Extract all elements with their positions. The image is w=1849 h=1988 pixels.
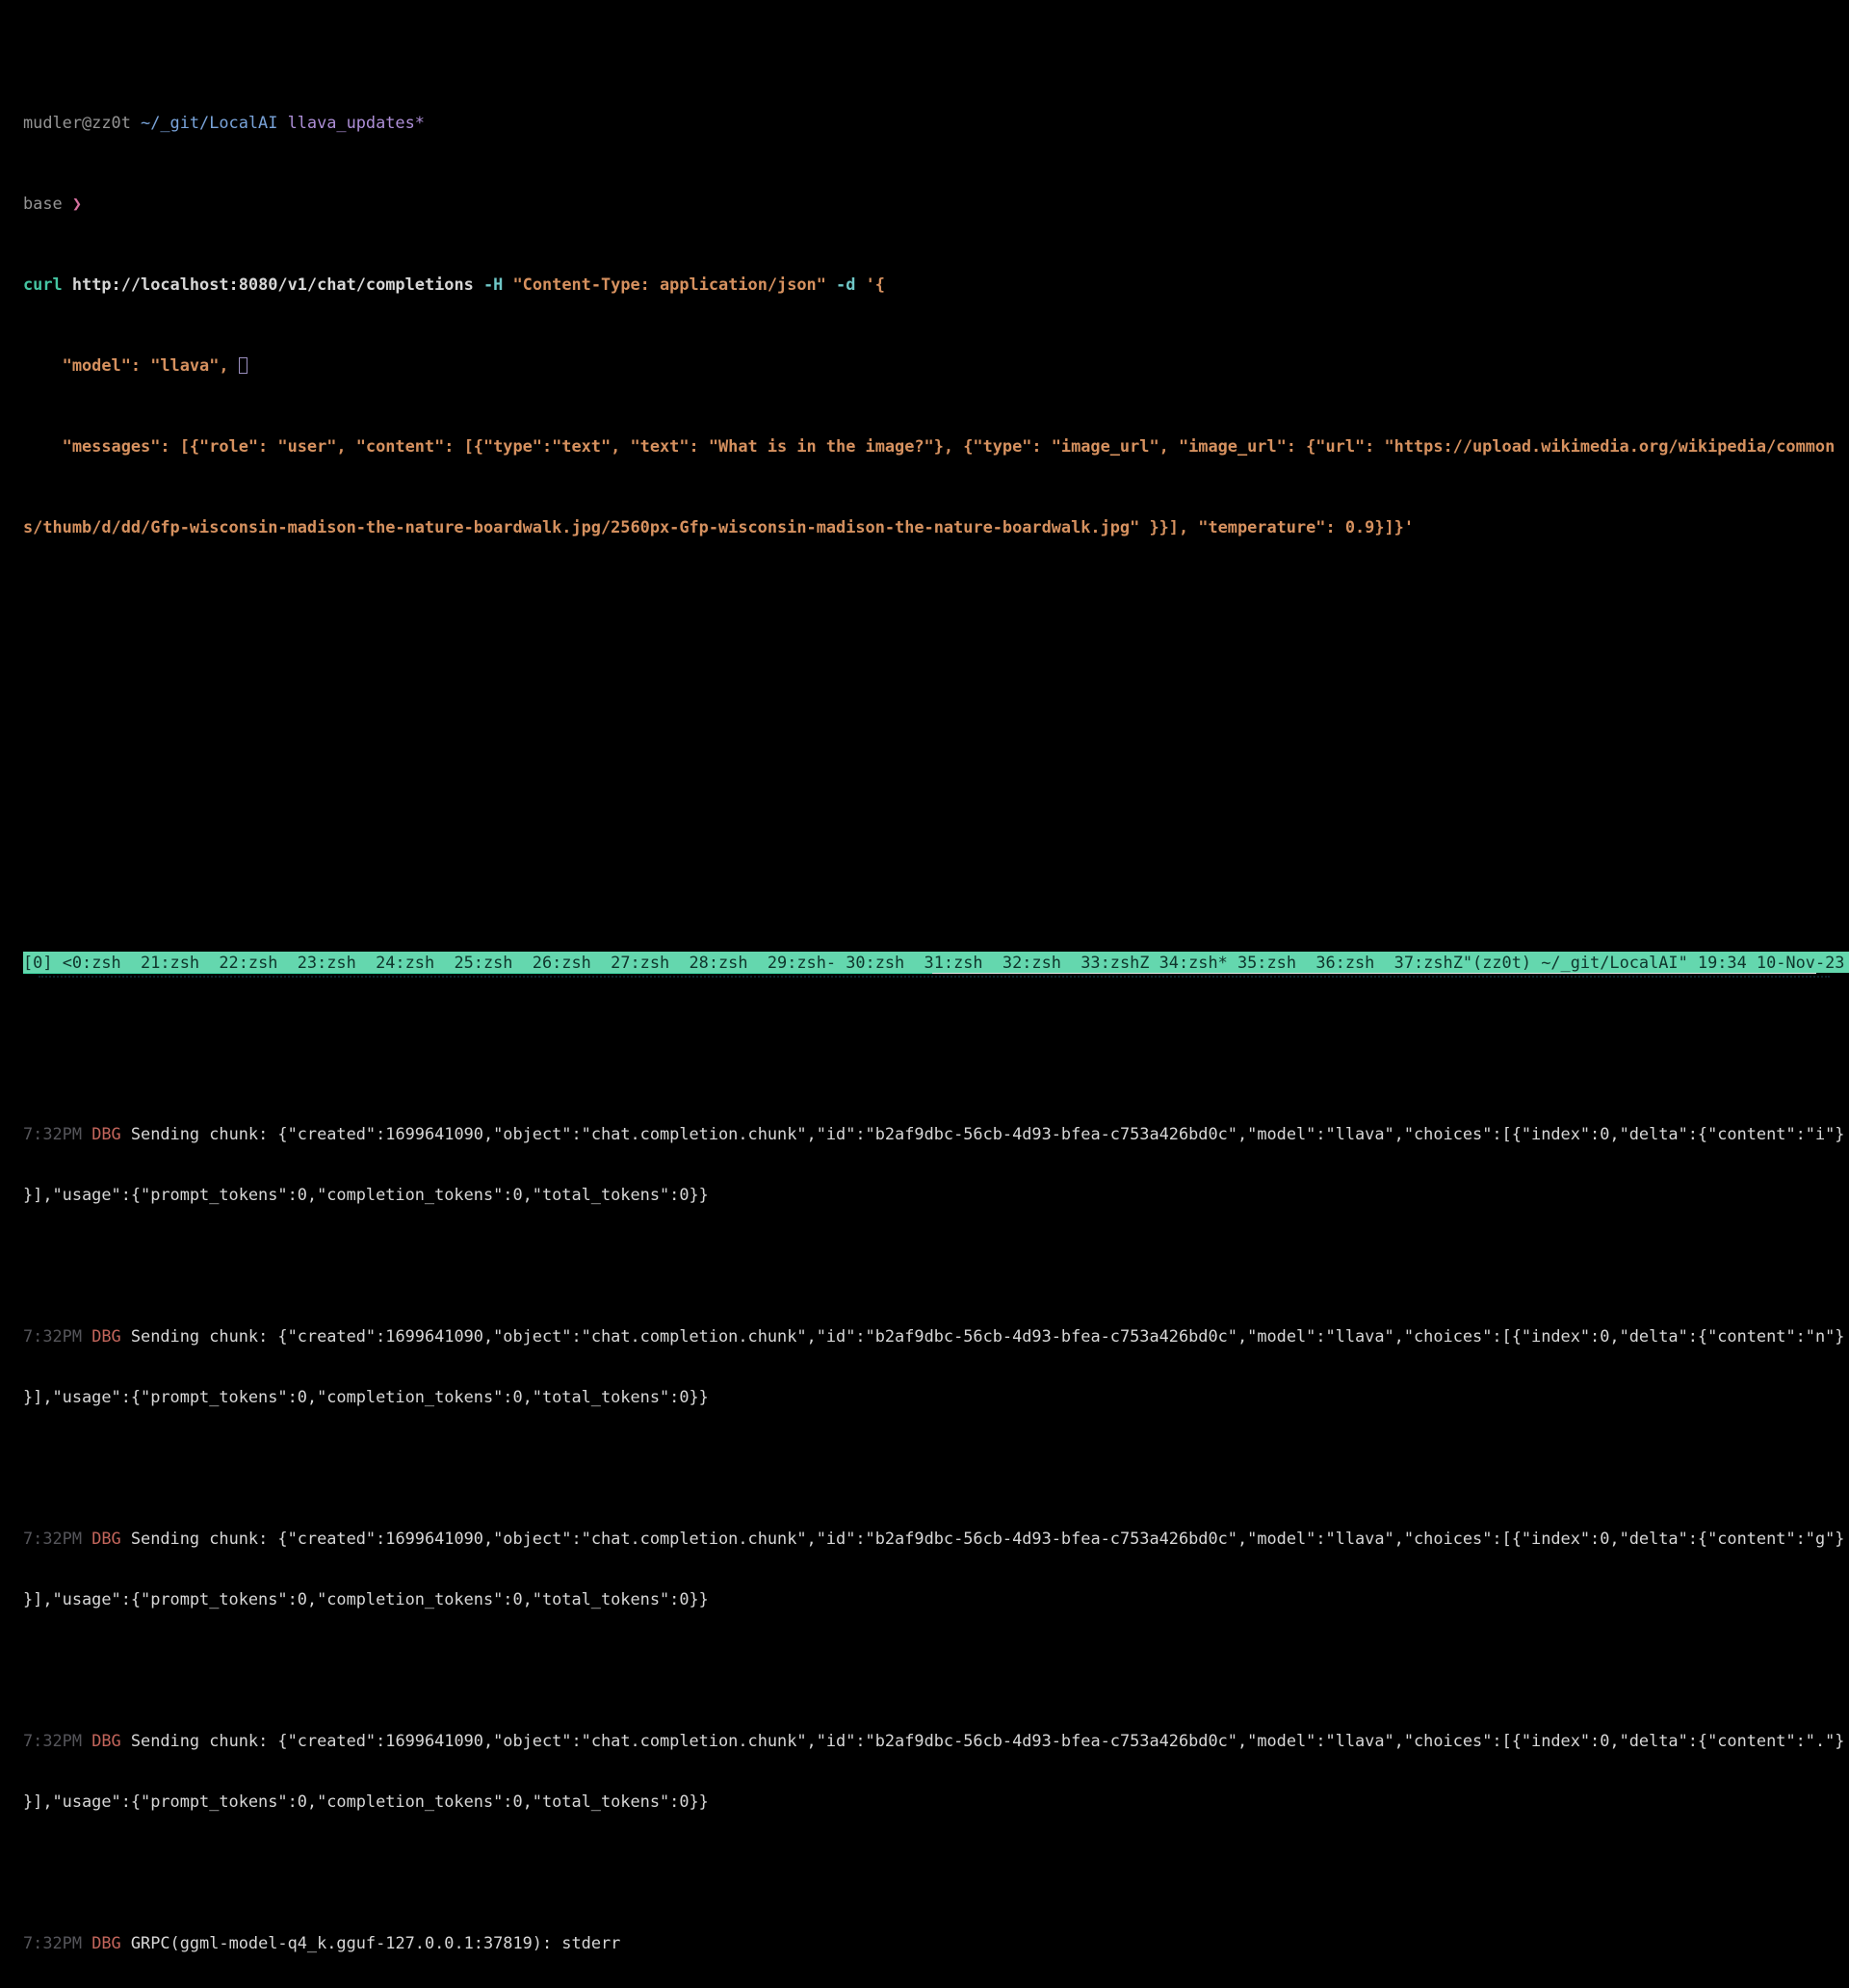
prompt-line-top: mudler@zz0t ~/_git/LocalAI llava_updates… [23,113,1849,133]
log-level: DBG [91,1124,131,1143]
log-chunk-3-line-1: 7:32PM DBG Sending chunk: {"created":169… [23,1529,1849,1549]
curl-data-flag: -d [826,275,856,294]
log-time: 7:32PM [23,1326,91,1346]
blank-gap [23,1245,1849,1266]
blank-gap [23,1650,1849,1670]
log-message: GRPC(ggml-model-q4_k.gguf-127.0.0.1:3781… [131,1933,620,1952]
log-level: DBG [91,1731,131,1750]
curl-header-flag: -H [483,275,503,294]
log-message: Sending chunk: {"created":1699641090,"ob… [131,1124,1845,1143]
prompt-arrow-icon: ❯ [72,194,82,213]
tmux-status-bar[interactable]: [0] <0:zsh 21:zsh 22:zsh 23:zsh 24:zsh 2… [23,952,1849,973]
curl-command-line: curl http://localhost:8080/v1/chat/compl… [23,275,1849,295]
log-chunk-4-line-2: }],"usage":{"prompt_tokens":0,"completio… [23,1792,1849,1812]
tmux-session-name: [0] [23,953,63,972]
curl-cmd: curl [23,275,63,294]
log-level: DBG [91,1933,131,1952]
log-chunk-3-line-2: }],"usage":{"prompt_tokens":0,"completio… [23,1589,1849,1609]
log-chunk-1-line-1: 7:32PM DBG Sending chunk: {"created":169… [23,1124,1849,1144]
curl-url: http://localhost:8080/v1/chat/completion… [63,275,483,294]
log-time: 7:32PM [23,1529,91,1548]
log-message: }],"usage":{"prompt_tokens":0,"completio… [23,1185,709,1204]
terminal-cursor [239,357,247,374]
log-chunk-2-line-1: 7:32PM DBG Sending chunk: {"created":169… [23,1326,1849,1347]
log-message: }],"usage":{"prompt_tokens":0,"completio… [23,1589,709,1609]
terminal[interactable]: mudler@zz0t ~/_git/LocalAI llava_updates… [0,0,1849,994]
blank-gap [23,598,1849,902]
log-message: Sending chunk: {"created":1699641090,"ob… [131,1731,1845,1750]
log-message: Sending chunk: {"created":1699641090,"ob… [131,1326,1845,1346]
log-level: DBG [91,1529,131,1548]
blank-gap [23,1448,1849,1468]
log-chunk-2-line-2: }],"usage":{"prompt_tokens":0,"completio… [23,1387,1849,1407]
blank-gap [23,1852,1849,1872]
prompt-venv: base [23,194,72,213]
curl-body-url-wrap: s/thumb/d/dd/Gfp-wisconsin-madison-the-n… [23,517,1414,536]
prompt-user-host: mudler@zz0t [23,113,141,132]
log-message: }],"usage":{"prompt_tokens":0,"completio… [23,1387,709,1406]
log-time: 7:32PM [23,1124,91,1143]
curl-body-line-2: "messages": [{"role": "user", "content":… [23,436,1849,457]
curl-body-messages: "messages": [{"role": "user", "content":… [23,436,1835,456]
log-time: 7:32PM [23,1731,91,1750]
curl-body-line-3: s/thumb/d/dd/Gfp-wisconsin-madison-the-n… [23,517,1849,537]
curl-body-line-1: "model": "llava", [23,355,1849,376]
prompt-line-venv: base ❯ [23,194,1849,214]
tmux-window-list[interactable]: <0:zsh 21:zsh 22:zsh 23:zsh 24:zsh 25:zs… [63,953,1463,972]
log-level: DBG [91,1326,131,1346]
curl-header-value: "Content-Type: application/json" [503,275,826,294]
prompt-git-branch: llava_updates* [288,113,425,132]
tmux-status-right: "(zz0t) ~/_git/LocalAI" 19:34 10-Nov-23 [1463,953,1845,972]
statusbar-underline-artifact [39,976,1830,978]
log-message: }],"usage":{"prompt_tokens":0,"completio… [23,1792,709,1811]
curl-data-open: '{ [855,275,885,294]
blank-gap [23,1043,1849,1063]
curl-body-model: "model": "llava", [23,355,239,375]
log-chunk-1-line-2: }],"usage":{"prompt_tokens":0,"completio… [23,1185,1849,1205]
log-chunk-4-line-1: 7:32PM DBG Sending chunk: {"created":169… [23,1731,1849,1751]
prompt-cwd: ~/_git/LocalAI [141,113,288,132]
log-message: Sending chunk: {"created":1699641090,"ob… [131,1529,1845,1548]
log-grpc-stderr: 7:32PM DBG GRPC(ggml-model-q4_k.gguf-127… [23,1933,1849,1953]
log-time: 7:32PM [23,1933,91,1952]
